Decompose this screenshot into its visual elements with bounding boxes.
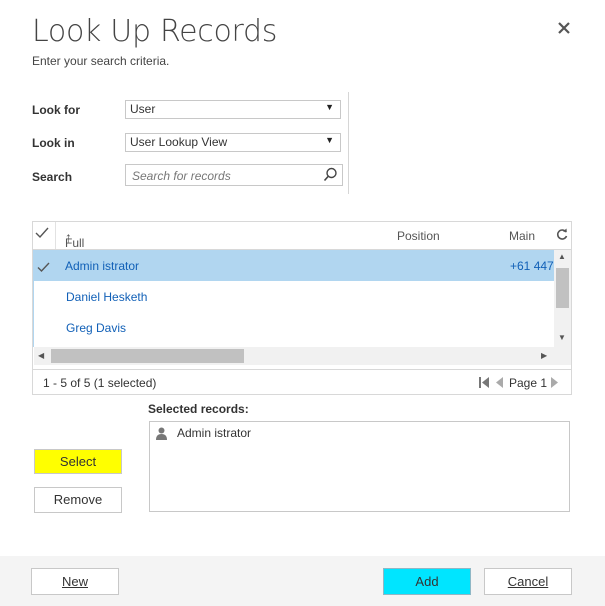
- close-icon[interactable]: [554, 18, 574, 38]
- column-header-main[interactable]: Main: [509, 229, 535, 243]
- grid-footer: 1 - 5 of 5 (1 selected) Page 1: [33, 369, 571, 395]
- look-in-select[interactable]: User Lookup View ▼: [125, 133, 341, 152]
- row-full-name[interactable]: Daniel Hesketh: [66, 290, 147, 304]
- new-button[interactable]: New: [31, 568, 119, 595]
- first-page-icon[interactable]: [479, 377, 489, 391]
- scroll-right-icon[interactable]: ▶: [541, 351, 547, 360]
- vertical-scrollbar[interactable]: ▲ ▼: [554, 250, 571, 347]
- look-in-label: Look in: [32, 136, 75, 150]
- scroll-down-icon[interactable]: ▼: [558, 333, 566, 342]
- look-for-value: User: [130, 102, 156, 116]
- scroll-left-icon[interactable]: ◀: [38, 351, 44, 360]
- search-icon[interactable]: [323, 167, 338, 187]
- page-indicator: Page 1: [509, 376, 548, 390]
- previous-page-icon[interactable]: [495, 377, 503, 391]
- row-main-phone[interactable]: +61 447: [510, 259, 554, 273]
- dropdown-arrow-icon: ▼: [325, 135, 334, 145]
- cancel-button[interactable]: Cancel: [484, 568, 572, 595]
- row-checkmark-icon[interactable]: [37, 260, 50, 278]
- select-button[interactable]: Select: [34, 449, 122, 474]
- horizontal-scrollbar[interactable]: ◀ ▶: [34, 347, 554, 365]
- grid-header: Full Name ↑ Position Main: [33, 222, 571, 264]
- user-icon: [156, 427, 167, 445]
- selected-records-label: Selected records:: [148, 402, 249, 416]
- table-row[interactable]: Daniel Hesketh: [33, 281, 554, 312]
- selected-record-name: Admin istrator: [177, 426, 252, 440]
- look-in-value: User Lookup View: [130, 135, 228, 149]
- next-page-icon[interactable]: [551, 377, 559, 391]
- horizontal-scroll-thumb[interactable]: [51, 349, 244, 363]
- form-divider: [348, 92, 349, 194]
- select-all-checkmark-icon[interactable]: [35, 227, 49, 242]
- remove-button[interactable]: Remove: [34, 487, 122, 513]
- dialog-title: Look Up Records: [32, 14, 278, 49]
- table-row[interactable]: Greg Davis: [33, 312, 554, 347]
- table-row[interactable]: Admin istrator +61 447: [33, 250, 554, 281]
- search-box: [125, 164, 343, 186]
- add-button[interactable]: Add: [383, 568, 471, 595]
- record-count: 1 - 5 of 5 (1 selected): [43, 376, 157, 390]
- look-for-select[interactable]: User ▼: [125, 100, 341, 119]
- column-header-full-name[interactable]: Full Name ↑: [65, 229, 97, 264]
- records-grid: Full Name ↑ Position Main Admin istrator…: [32, 221, 572, 395]
- look-for-label: Look for: [32, 103, 80, 117]
- header-divider: [55, 222, 56, 249]
- scroll-corner: [554, 347, 571, 365]
- dropdown-arrow-icon: ▼: [325, 102, 334, 112]
- vertical-scroll-thumb[interactable]: [556, 268, 569, 308]
- search-input[interactable]: [130, 166, 319, 186]
- search-label: Search: [32, 170, 73, 184]
- refresh-icon[interactable]: [556, 228, 568, 244]
- scroll-up-icon[interactable]: ▲: [558, 252, 566, 261]
- column-header-position[interactable]: Position: [397, 229, 440, 243]
- dialog-subtitle: Enter your search criteria.: [32, 54, 170, 68]
- row-full-name[interactable]: Admin istrator: [65, 259, 139, 273]
- selected-records-list: Admin istrator: [149, 421, 570, 512]
- row-full-name[interactable]: Greg Davis: [66, 321, 126, 335]
